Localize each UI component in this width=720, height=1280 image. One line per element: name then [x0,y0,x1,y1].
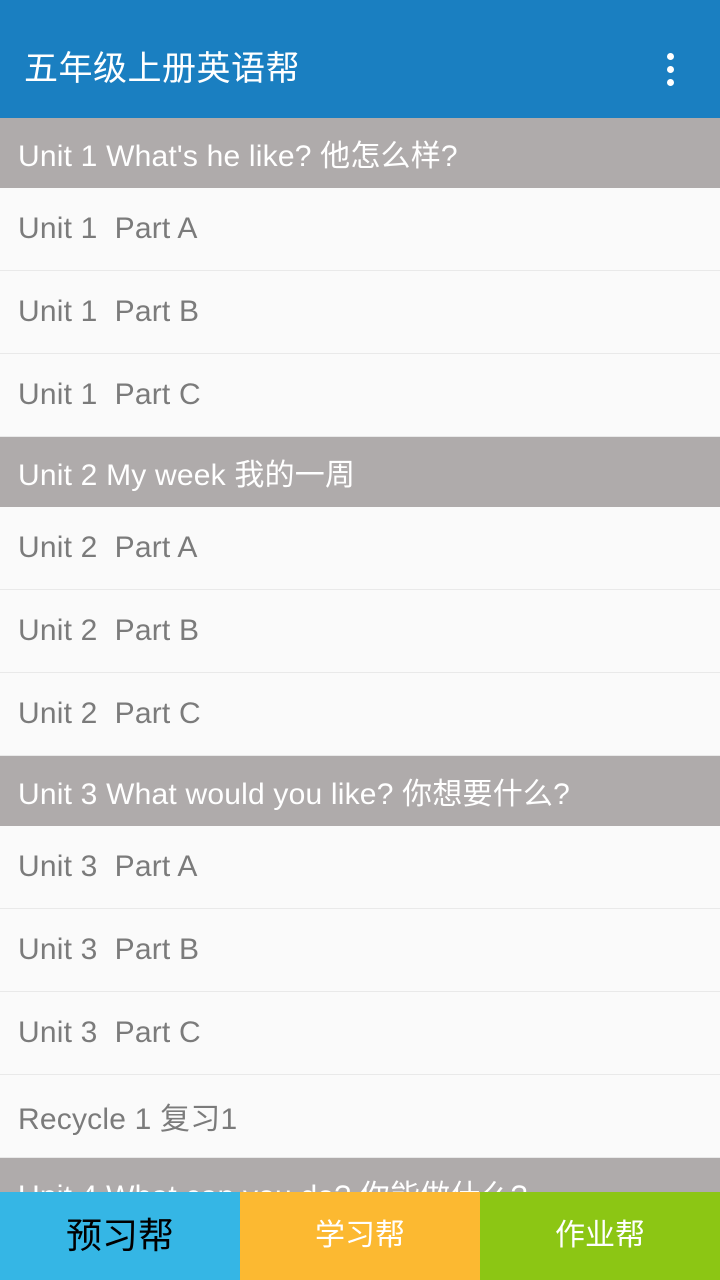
lesson-list-item[interactable]: Unit 1 Part C [0,354,720,437]
bottom-tab-bar: 预习帮 学习帮 作业帮 [0,1192,720,1280]
lesson-list[interactable]: Unit 1 What's he like? 他怎么样? Unit 1 Part … [0,118,720,1280]
page-title: 五年级上册英语帮 [24,50,300,88]
more-vert-dot-2 [666,65,674,73]
lesson-list-item[interactable]: Unit 1 Part B [0,271,720,354]
app-screen: 五年级上册英语帮 Unit 1 What's he like? 他怎么样? Uni… [0,0,720,1280]
bottom-tab-3[interactable]: 作业帮 [480,1192,720,1280]
lesson-list-item[interactable]: Unit 3 Part B [0,909,720,992]
bottom-tab-label: 预习帮 [65,1215,174,1256]
lesson-list-item[interactable]: Unit 2 Part B [0,590,720,673]
lesson-list-item[interactable]: Unit 2 Part C [0,673,720,756]
bottom-tab-label: 学习帮 [315,1219,405,1252]
unit-section-header: Unit 3 What would you like? 你想要什么? [0,756,720,826]
unit-section-header: Unit 1 What's he like? 他怎么样? [0,118,720,188]
lesson-list-item[interactable]: Unit 1 Part A [0,188,720,271]
lesson-list-item[interactable]: Recycle 1 复习1 [0,1075,720,1158]
bottom-tab-label: 作业帮 [555,1219,645,1252]
lesson-list-item[interactable]: Unit 2 Part A [0,507,720,590]
lesson-list-item[interactable]: Unit 3 Part A [0,826,720,909]
more-vert-dot-1 [666,52,674,60]
unit-section-header: Unit 2 My week 我的一周 [0,437,720,507]
more-vert-dot-3 [666,78,674,86]
app-bar: 五年级上册英语帮 [0,0,720,118]
bottom-tab-1[interactable]: 预习帮 [0,1192,240,1280]
more-vert-icon[interactable] [642,41,698,97]
bottom-tab-2[interactable]: 学习帮 [240,1192,480,1280]
lesson-list-item[interactable]: Unit 3 Part C [0,992,720,1075]
